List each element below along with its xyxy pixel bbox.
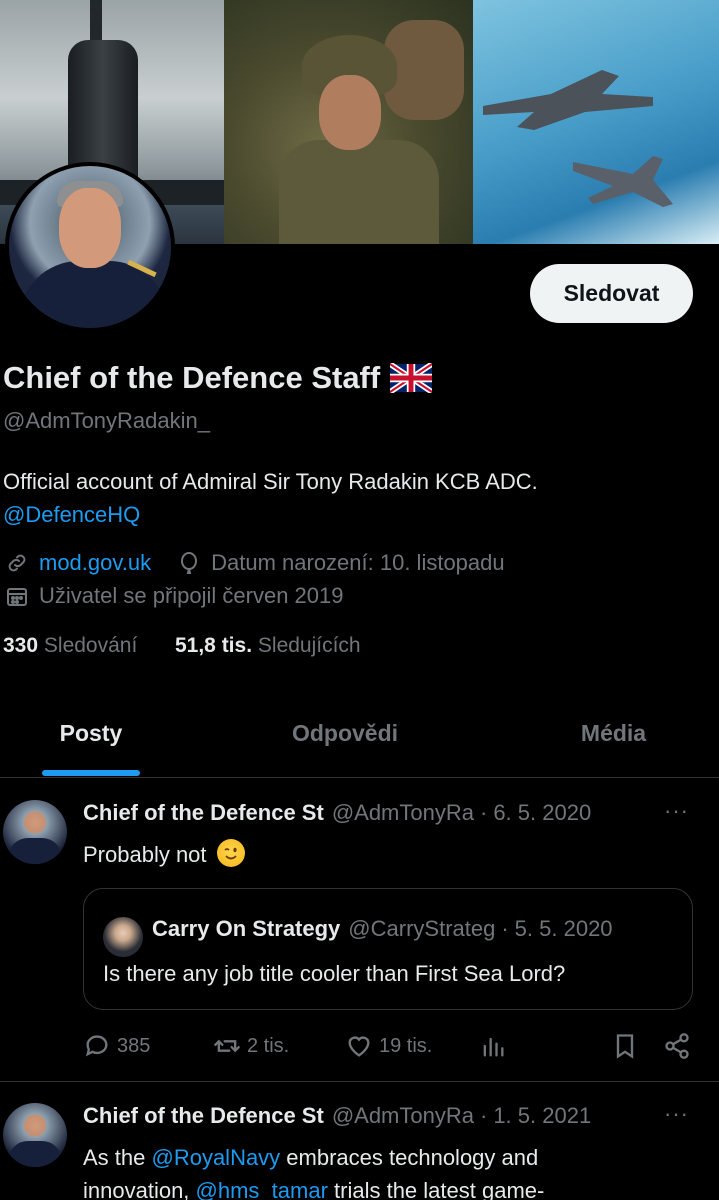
balloon-icon — [181, 552, 198, 574]
tweet[interactable]: Chief of the Defence St @AdmTonyRa · 1. … — [0, 1083, 719, 1200]
tweet-text: As the @RoyalNavy embraces technology an… — [83, 1141, 693, 1200]
winking-face-emoji-icon — [216, 839, 245, 867]
analytics-icon — [483, 1037, 504, 1057]
tweet-text-part: trials the latest game- — [327, 1178, 545, 1200]
reply-count: 385 — [117, 1034, 151, 1057]
tweet-actions: 385 2 tis. 19 tis. — [83, 1032, 693, 1062]
following-count: 330 — [3, 634, 39, 657]
following-link[interactable]: 330 Sledování — [3, 634, 143, 657]
display-name-text: Chief of the Defence Staff — [3, 360, 381, 395]
tweet-header: Chief of the Defence St @AdmTonyRa · 1. … — [83, 1103, 693, 1129]
like-button[interactable]: 19 tis. — [345, 1032, 432, 1060]
quoted-author-name: Carry On Strategy — [152, 916, 341, 941]
profile-meta-row: mod.gov.uk Datum narození: 10. listopadu — [5, 550, 505, 576]
tweet[interactable]: Chief of the Defence St @AdmTonyRa · 6. … — [0, 780, 719, 1082]
repost-count: 2 tis. — [247, 1034, 290, 1057]
birthday-text: Datum narození: 10. listopadu — [211, 550, 505, 575]
quoted-tweet-avatar — [103, 917, 143, 957]
tweet-date[interactable]: 6. 5. 2020 — [493, 800, 591, 826]
share-button[interactable] — [663, 1032, 691, 1060]
tweet-text-part: embraces technology and — [280, 1145, 539, 1170]
tweet-author-handle[interactable]: @AdmTonyRa — [332, 800, 474, 826]
reply-icon — [85, 1035, 108, 1057]
share-icon — [665, 1033, 689, 1059]
quoted-tweet-date: 5. 5. 2020 — [514, 916, 613, 941]
tweet-author-name[interactable]: Chief of the Defence St — [83, 800, 324, 826]
bio-text: Official account of Admiral Sir Tony Rad… — [3, 469, 538, 494]
quoted-tweet-text: Is there any job title cooler than First… — [103, 961, 566, 986]
views-button[interactable] — [479, 1032, 507, 1060]
repost-icon — [214, 1039, 240, 1053]
more-options-icon[interactable]: ··· — [664, 798, 689, 824]
separator-dot: · — [501, 916, 509, 941]
repost-button[interactable]: 2 tis. — [213, 1032, 289, 1060]
link-icon — [8, 554, 26, 572]
separator-dot: · — [479, 1103, 488, 1128]
followers-count: 51,8 tis. — [174, 634, 253, 657]
following-label: Sledování — [43, 634, 138, 657]
tweet-date[interactable]: 1. 5. 2021 — [493, 1103, 591, 1129]
calendar-icon — [7, 588, 27, 606]
tweet-text: Probably not — [83, 838, 693, 871]
banner-jets-image — [473, 0, 719, 244]
profile-tabs: Posty Odpovědi Média — [0, 700, 719, 778]
heart-icon — [348, 1036, 370, 1057]
profile-display-name: Chief of the Defence Staff — [3, 360, 433, 396]
tab-posts[interactable]: Posty — [0, 700, 182, 777]
tweet-author-handle[interactable]: @AdmTonyRa — [332, 1103, 474, 1129]
banner-soldier-image — [224, 0, 473, 244]
tweet-author-name[interactable]: Chief of the Defence St — [83, 1103, 324, 1129]
quoted-tweet-header: Carry On Strategy @CarryStrateg · 5. 5. … — [152, 916, 613, 942]
profile-handle: @AdmTonyRadakin_ — [3, 408, 210, 433]
tab-replies[interactable]: Odpovědi — [182, 700, 508, 777]
quoted-tweet[interactable]: Carry On Strategy @CarryStrateg · 5. 5. … — [83, 888, 693, 1010]
reply-button[interactable]: 385 — [83, 1032, 150, 1060]
separator-dot: · — [479, 800, 488, 825]
profile-avatar[interactable] — [5, 162, 175, 332]
tweet-avatar[interactable] — [3, 800, 67, 864]
bookmark-icon — [616, 1034, 634, 1059]
quoted-author-handle: @CarryStrateg — [348, 916, 496, 941]
like-count: 19 tis. — [379, 1034, 433, 1057]
tweet-text-part: As the — [83, 1145, 152, 1170]
bio-mention-link[interactable]: @DefenceHQ — [3, 498, 703, 531]
profile-joined-row: Uživatel se připojil červen 2019 — [5, 583, 344, 609]
mention-link[interactable]: @hms_tamar — [196, 1178, 328, 1200]
mention-link[interactable]: @RoyalNavy — [151, 1145, 280, 1170]
tweet-text-part: innovation, — [83, 1178, 196, 1200]
tweet-header: Chief of the Defence St @AdmTonyRa · 6. … — [83, 800, 693, 826]
tweet-avatar[interactable] — [3, 1103, 67, 1167]
website-link[interactable]: mod.gov.uk — [39, 550, 151, 576]
tab-media[interactable]: Média — [508, 700, 719, 777]
followers-link[interactable]: 51,8 tis. Sledujících — [175, 634, 361, 657]
followers-label: Sledujících — [257, 634, 361, 657]
tweet-text-body: Probably not — [83, 842, 207, 867]
more-options-icon[interactable]: ··· — [664, 1101, 689, 1127]
bookmark-button[interactable] — [611, 1032, 639, 1060]
active-tab-indicator — [42, 770, 140, 776]
follow-button[interactable]: Sledovat — [530, 264, 693, 323]
joined-text: Uživatel se připojil červen 2019 — [39, 583, 344, 608]
profile-bio: Official account of Admiral Sir Tony Rad… — [3, 465, 703, 531]
follow-counts: 330 Sledování 51,8 tis. Sledujících — [3, 634, 361, 658]
uk-flag-icon — [390, 363, 433, 393]
